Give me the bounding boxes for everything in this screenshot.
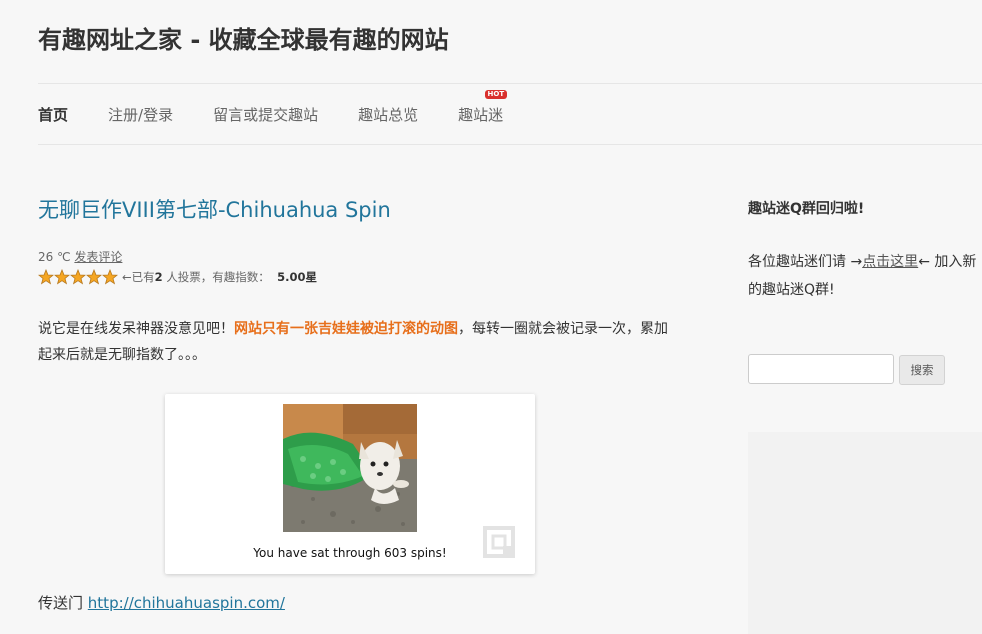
vote-count: 2 [154,270,163,284]
widget-text-before: 各位趣站迷们请 → [748,254,863,270]
main-nav: 首页 注册/登录 留言或提交趣站 趣站总览 趣站迷 HOT [38,90,543,125]
star-icon[interactable] [70,269,86,285]
body-highlight: 网站只有一张吉娃娃被迫打滚的动图 [234,321,458,337]
rating-prefix: ←已有 [122,270,155,284]
star-icon[interactable] [38,269,54,285]
star-rating[interactable] [38,269,118,285]
portal-line: 传送门 http://chihuahuaspin.com/ [38,592,285,613]
rating-unit: 星 [305,270,318,284]
nav-divider [38,144,982,145]
comment-link[interactable]: 发表评论 [74,250,122,264]
site-title[interactable]: 有趣网址之家 - 收藏全球最有趣的网站 [38,20,449,55]
rating-row: ←已有 2 人投票，有趣指数： 5.00 星 [38,269,317,285]
nav-item-register-login[interactable]: 注册/登录 [108,104,173,125]
star-icon[interactable] [102,269,118,285]
star-icon[interactable] [86,269,102,285]
embed-card: You have sat through 603 spins! [165,394,535,574]
widget-title: 趣站迷Q群回归啦! [748,201,865,217]
rating-suffix: 人投票，有趣指数： [166,270,270,284]
search-input[interactable] [748,354,894,384]
temperature: 26 ℃ [38,250,71,264]
spin-counter: You have sat through 603 spins! [253,546,447,560]
nav-item-overview[interactable]: 趣站总览 [358,104,418,125]
click-here-link[interactable]: 点击这里 [862,254,918,270]
nav-item-submit[interactable]: 留言或提交趣站 [213,104,318,125]
portal-link[interactable]: http://chihuahuaspin.com/ [88,594,285,612]
sidebar-panel [748,432,982,634]
chihuahua-gif [283,404,417,532]
nav-item-fans-label: 趣站迷 [458,106,504,124]
header-divider [38,83,982,84]
nav-item-home[interactable]: 首页 [38,104,68,125]
hot-badge: HOT [484,90,508,99]
nav-item-fans[interactable]: 趣站迷 HOT [458,90,508,125]
body-text-1: 说它是在线发呆神器没意见吧！ [38,321,234,337]
star-icon[interactable] [54,269,70,285]
post-meta: 26 ℃ 发表评论 [38,248,122,265]
rating-score: 5.00 [277,270,306,284]
embed-logo-icon [483,526,515,558]
post-content: 说它是在线发呆神器没意见吧！网站只有一张吉娃娃被迫打滚的动图，每转一圈就会被记录… [38,316,678,368]
post-title[interactable]: 无聊巨作VIII第七部-Chihuahua Spin [38,194,391,224]
portal-label: 传送门 [38,594,84,612]
search-button[interactable]: 搜索 [899,355,945,385]
widget-text: 各位趣站迷们请 →点击这里← 加入新的趣站迷Q群! [748,248,982,304]
